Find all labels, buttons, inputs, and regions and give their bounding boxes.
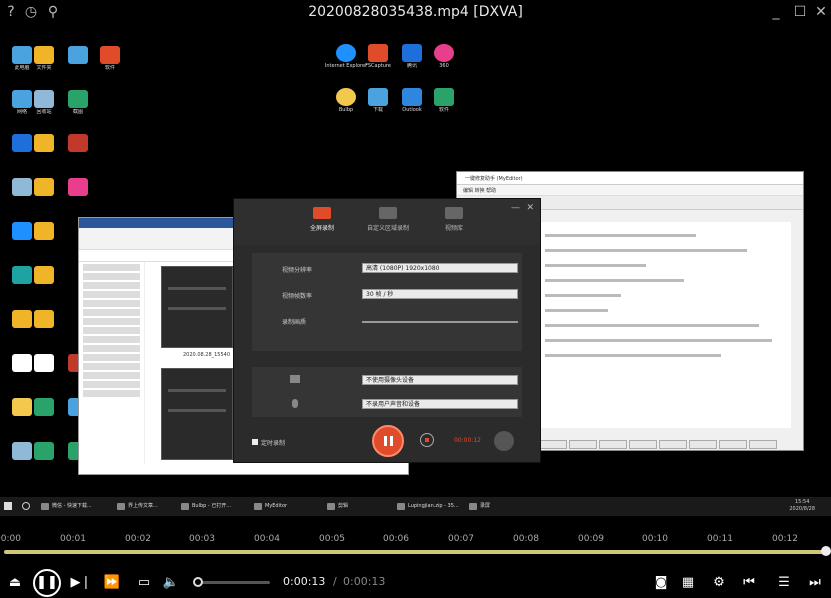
- step-forward-button[interactable]: ▶❘: [70, 572, 92, 594]
- timeline-tick: 00:04: [254, 534, 280, 544]
- editor-menu: 编辑 转换 帮助: [457, 185, 803, 196]
- task-view-icon: [22, 502, 30, 510]
- timeline-tick: 00:09: [578, 534, 604, 544]
- camera-icon: [290, 375, 300, 383]
- tab-region-record[interactable]: 自定义区域录制: [358, 207, 418, 232]
- timeline-tick: 00:06: [383, 534, 409, 544]
- record-timer: 00:00:12: [454, 437, 481, 444]
- taskbar-item: 界上传文章...: [116, 500, 172, 513]
- tab-video-library[interactable]: 视频库: [424, 207, 484, 232]
- timeline-tick: 00:08: [513, 534, 539, 544]
- explorer-thumbnail: [161, 368, 233, 460]
- recorder-header: 全屏录制 自定义区域录制 视频库 — ✕: [234, 199, 540, 245]
- minimize-icon[interactable]: _: [767, 3, 785, 21]
- fast-forward-button[interactable]: ⏩: [101, 572, 123, 594]
- windows-taskbar: 微信 - 快速下载... 界上传文章... Bulbp - 已打开... MyE…: [0, 497, 831, 516]
- monitor-icon: [313, 207, 331, 219]
- taskbar-item: 录屏: [468, 500, 524, 513]
- explorer-nav-pane: [79, 262, 145, 464]
- framerate-label: 视频帧数率: [282, 293, 313, 300]
- timeline-tick: 00:12: [772, 534, 798, 544]
- volume-icon[interactable]: 🔈: [160, 572, 182, 594]
- timeline-tick: 00:01: [60, 534, 86, 544]
- desktop-icon: 软件: [422, 88, 466, 128]
- previous-button[interactable]: ⏮: [738, 572, 760, 594]
- scheduled-record-checkbox[interactable]: [252, 439, 258, 445]
- video-frame[interactable]: 此电脑 文件夹 软件 网络 回收站 截图 Internet Explorer F…: [0, 26, 831, 520]
- audio-select[interactable]: 不录用户声音和设备: [362, 399, 518, 409]
- desktop-icon: [22, 266, 66, 306]
- close-icon[interactable]: ✕: [812, 3, 830, 21]
- timeline: 00:00 00:01 00:02 00:03 00:04 00:05 00:0…: [0, 520, 831, 568]
- quality-slider[interactable]: [362, 321, 518, 323]
- time-separator: /: [333, 575, 337, 588]
- seek-bar[interactable]: [4, 550, 827, 554]
- close-icon[interactable]: ✕: [526, 203, 534, 213]
- desktop-icon: 截图: [56, 90, 100, 130]
- camera-icon[interactable]: ◙: [650, 572, 672, 594]
- window-title: 20200828035438.mp4 [DXVA]: [308, 4, 523, 20]
- taskbar-item: 微信 - 快速下载...: [40, 500, 110, 513]
- menu-icon[interactable]: ☰: [773, 572, 795, 594]
- next-button[interactable]: ⏭: [804, 572, 826, 594]
- stop-record-button[interactable]: [420, 433, 434, 447]
- windows-start-icon: [4, 502, 12, 510]
- scheduled-record-label: 定时录制: [261, 440, 286, 447]
- resolution-label: 视频分辨率: [282, 267, 313, 274]
- explorer-thumbnail: [161, 266, 233, 348]
- desktop-icon: [56, 178, 100, 218]
- taskbar-item: 剪辑: [326, 500, 386, 513]
- explorer-caption: 2020.08.28_15540: [183, 352, 231, 358]
- subtitle-icon[interactable]: ▭: [133, 572, 155, 594]
- microphone-icon: [292, 399, 298, 408]
- taskbar-item: Bulbp - 已打开...: [180, 500, 246, 513]
- film-strip-icon[interactable]: ▦: [677, 572, 699, 594]
- audio-settings-panel: 不使用摄像头设备 不录用户声音和设备: [252, 367, 522, 417]
- camera-select[interactable]: 不使用摄像头设备: [362, 375, 518, 385]
- volume-handle[interactable]: [193, 577, 203, 587]
- timeline-tick: 00:11: [707, 534, 733, 544]
- editor-title: 一键修复助手 (MyEditor): [457, 172, 803, 185]
- pause-button[interactable]: ❚❚: [33, 569, 61, 597]
- taskbar-clock: 15:54 2020/8/28: [789, 499, 815, 512]
- desktop-icon: 360: [422, 44, 466, 84]
- eject-icon[interactable]: ⏏: [4, 572, 26, 594]
- player-controls: ⏏ ❚❚ ▶❘ ⏩ ▭ 🔈 0:00:13 / 0:00:13 ◙ ▦ ⚙ ⏮ …: [0, 568, 831, 598]
- video-settings-panel: 视频分辨率 高清 (1080P) 1920x1080 视频帧数率 30 帧 / …: [252, 253, 522, 351]
- pause-record-button[interactable]: [372, 425, 404, 457]
- minimize-icon[interactable]: —: [511, 203, 520, 213]
- maximize-icon[interactable]: ☐: [791, 3, 809, 21]
- editor-button-row: [539, 434, 799, 449]
- volume-slider[interactable]: [196, 581, 270, 584]
- timeline-tick: 00:10: [642, 534, 668, 544]
- total-time: 0:00:13: [343, 575, 386, 588]
- timeline-tick: 00:07: [448, 534, 474, 544]
- desktop-icon: 软件: [88, 46, 132, 86]
- timeline-tick: 00:02: [125, 534, 151, 544]
- taskbar-item: Lupingjian.zip - 35...: [396, 500, 462, 513]
- timeline-tick: 00:00: [0, 534, 21, 544]
- gear-icon[interactable]: ⚙: [708, 572, 730, 594]
- title-bar: ? ◷ ⚲ 20200828035438.mp4 [DXVA] _ ☐ ✕: [0, 0, 831, 26]
- resolution-select[interactable]: 高清 (1080P) 1920x1080: [362, 263, 518, 273]
- region-icon: [379, 207, 397, 219]
- desktop-icon: [22, 310, 66, 350]
- tab-fullscreen-record[interactable]: 全屏录制: [292, 207, 352, 232]
- taskbar-item: MyEditor: [253, 500, 319, 513]
- seek-handle[interactable]: [821, 546, 831, 556]
- current-time: 0:00:13: [283, 575, 326, 588]
- screenshot-button[interactable]: [494, 431, 514, 451]
- folder-icon: [445, 207, 463, 219]
- editor-body: [539, 222, 791, 428]
- quality-label: 录制画质: [282, 319, 307, 326]
- timeline-tick: 00:03: [189, 534, 215, 544]
- framerate-select[interactable]: 30 帧 / 秒: [362, 289, 518, 299]
- screen-recorder-window: 全屏录制 自定义区域录制 视频库 — ✕ 视频分辨率 高清 (1080P) 19…: [233, 198, 541, 463]
- timeline-tick: 00:05: [319, 534, 345, 544]
- desktop-icon: [22, 222, 66, 262]
- desktop-icon: [56, 134, 100, 174]
